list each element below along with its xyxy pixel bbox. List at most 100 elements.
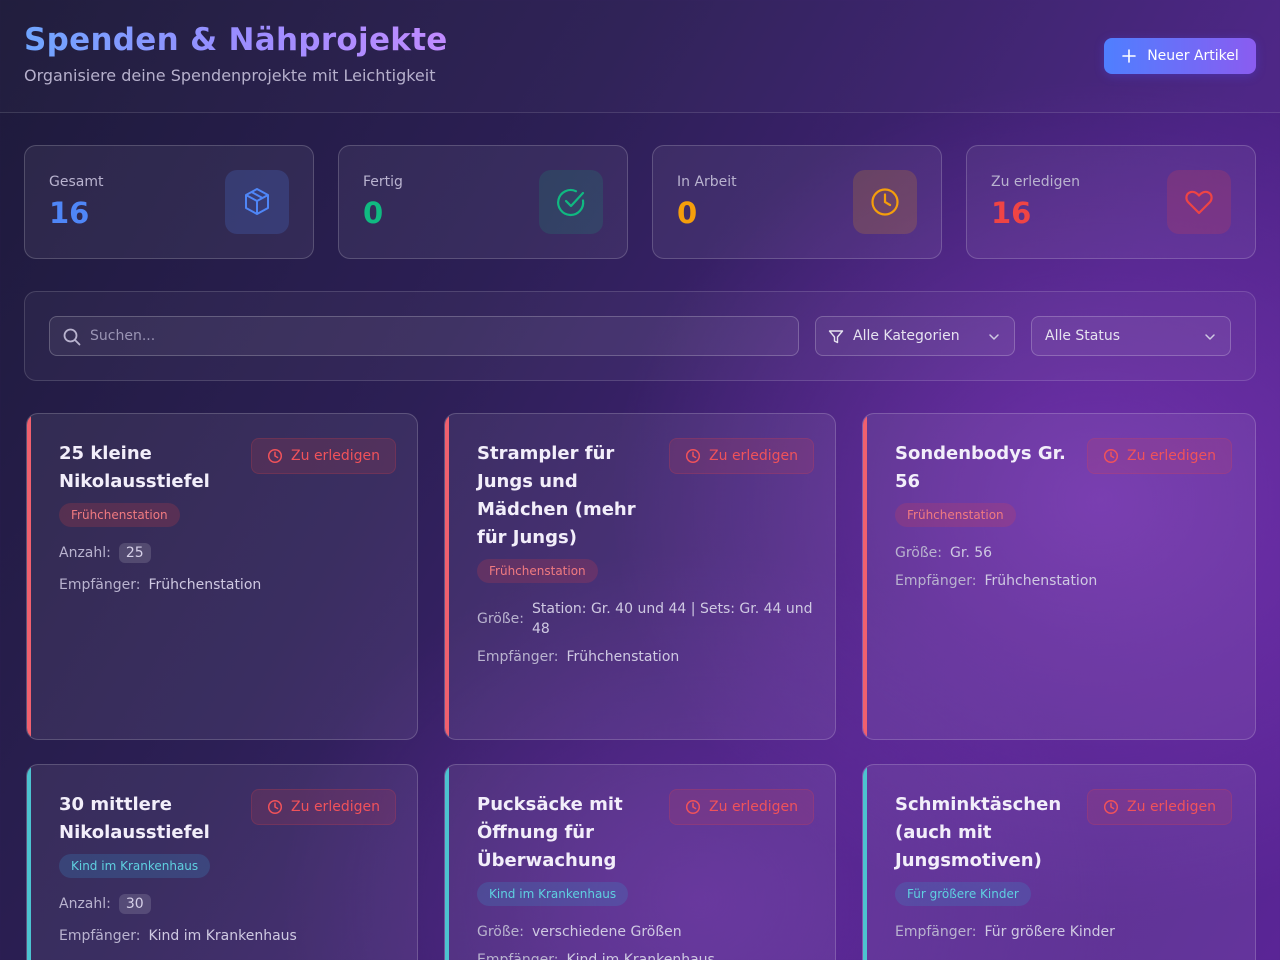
category-tag: Kind im Krankenhaus [59,854,211,878]
new-item-button-label: Neuer Artikel [1147,48,1239,64]
recipient-label: Empfänger: [59,928,141,944]
item-card[interactable]: Pucksäcke mit Öffnung für Überwachung Zu… [444,764,836,960]
clock-icon [1103,448,1119,464]
recipient-label: Empfänger: [59,577,141,593]
card-title: Schminktäschen (auch mit Jungsmotiven) [895,794,1062,871]
item-card[interactable]: 25 kleine Nikolausstiefel Zu erledigen F… [26,413,418,740]
recipient-label: Empfänger: [895,573,977,589]
search-box[interactable] [49,316,799,356]
recipient-label: Empfänger: [477,952,559,960]
category-tag: Frühchenstation [59,503,180,527]
clock-icon [871,188,899,216]
card-recipient-row: Empfänger: Kind im Krankenhaus [59,926,297,946]
clock-icon [685,448,701,464]
card-accent-bar [27,414,31,739]
check-circle-icon [557,188,585,217]
status-badge-label: Zu erledigen [709,799,798,815]
search-icon [63,328,81,346]
status-select-value: Alle Status [1045,328,1121,344]
quantity-value: 25 [118,543,151,563]
card-accent-bar [863,765,867,960]
status-badge-label: Zu erledigen [1127,799,1216,815]
card-title: 30 mittlere Nikolausstiefel [59,794,210,843]
status-badge[interactable]: Zu erledigen [1087,438,1232,474]
card-size-row: Größe: Station: Gr. 40 und 44 | Sets: Gr… [477,599,822,639]
status-badge-label: Zu erledigen [291,448,380,464]
card-quantity-row: Anzahl: 30 [59,894,151,914]
stat-card-in-progress: In Arbeit 0 [652,145,942,259]
category-select[interactable]: Alle Kategorien [815,316,1015,356]
stat-value: 16 [991,196,1032,230]
status-badge[interactable]: Zu erledigen [251,438,396,474]
size-value: Gr. 56 [950,545,993,561]
card-recipient-row: Empfänger: Frühchenstation [59,575,261,595]
item-card[interactable]: Sondenbodys Gr. 56 Zu erledigen Frühchen… [862,413,1256,740]
card-recipient-row: Empfänger: Für größere Kinder [895,922,1115,942]
card-recipient-row: Empfänger: Frühchenstation [477,647,679,667]
item-card[interactable]: Strampler für Jungs und Mädchen (mehr fü… [444,413,836,740]
item-card[interactable]: Schminktäschen (auch mit Jungsmotiven) Z… [862,764,1256,960]
stat-card-done: Fertig 0 [338,145,628,259]
card-quantity-row: Anzahl: 25 [59,543,151,563]
stat-value: 16 [49,196,90,230]
header: Spenden & Nähprojekte Organisiere deine … [0,0,1280,113]
card-accent-bar [27,765,31,960]
size-label: Größe: [477,611,525,627]
card-title: Sondenbodys Gr. 56 [895,443,1066,492]
status-badge-label: Zu erledigen [709,448,798,464]
status-badge[interactable]: Zu erledigen [1087,789,1232,825]
status-select[interactable]: Alle Status [1031,316,1231,356]
card-recipient-row: Empfänger: Kind im Krankenhaus [477,950,715,960]
stat-card-total: Gesamt 16 [24,145,314,259]
category-tag: Für größere Kinder [895,882,1031,906]
size-label: Größe: [477,924,525,940]
quantity-value: 30 [118,894,151,914]
plus-icon [1122,49,1136,63]
new-item-button[interactable]: Neuer Artikel [1104,38,1256,74]
search-input[interactable] [90,317,790,355]
status-badge[interactable]: Zu erledigen [251,789,396,825]
card-size-row: Größe: verschiedene Größen [477,922,682,942]
stat-icon-box [225,170,289,234]
stat-value: 0 [677,196,698,230]
card-accent-bar [863,414,867,739]
quantity-label: Anzahl: [59,896,111,912]
stat-label: Zu erledigen [991,174,1080,190]
card-title: Strampler für Jungs und Mädchen (mehr fü… [477,443,636,548]
category-tag: Frühchenstation [477,559,598,583]
recipient-value: Frühchenstation [148,577,262,593]
card-title: 25 kleine Nikolausstiefel [59,443,210,492]
category-tag: Kind im Krankenhaus [477,882,629,906]
category-select-value: Alle Kategorien [853,328,960,344]
status-badge[interactable]: Zu erledigen [669,789,814,825]
chevron-down-icon [989,334,999,340]
filter-icon [828,330,844,344]
card-accent-bar [445,414,449,739]
recipient-value: Kind im Krankenhaus [566,952,715,960]
page-subtitle: Organisiere deine Spendenprojekte mit Le… [24,66,436,85]
size-label: Größe: [895,545,943,561]
status-badge-label: Zu erledigen [1127,448,1216,464]
size-value: verschiedene Größen [532,924,682,940]
clock-icon [685,799,701,815]
chevron-down-icon [1205,334,1215,340]
category-tag: Frühchenstation [895,503,1016,527]
stat-label: Gesamt [49,174,104,190]
stat-card-todo: Zu erledigen 16 [966,145,1256,259]
page-title: Spenden & Nähprojekte [24,22,448,58]
recipient-label: Empfänger: [477,649,559,665]
size-value: Station: Gr. 40 und 44 | Sets: Gr. 44 un… [532,601,813,637]
stat-label: Fertig [363,174,403,190]
heart-icon [1185,190,1213,215]
item-card[interactable]: 30 mittlere Nikolausstiefel Zu erledigen… [26,764,418,960]
recipient-value: Für größere Kinder [984,924,1115,940]
status-badge[interactable]: Zu erledigen [669,438,814,474]
card-accent-bar [445,765,449,960]
stat-label: In Arbeit [677,174,737,190]
clock-icon [1103,799,1119,815]
clock-icon [267,799,283,815]
recipient-value: Frühchenstation [984,573,1098,589]
card-size-row: Größe: Gr. 56 [895,543,992,563]
recipient-value: Frühchenstation [566,649,680,665]
recipient-label: Empfänger: [895,924,977,940]
